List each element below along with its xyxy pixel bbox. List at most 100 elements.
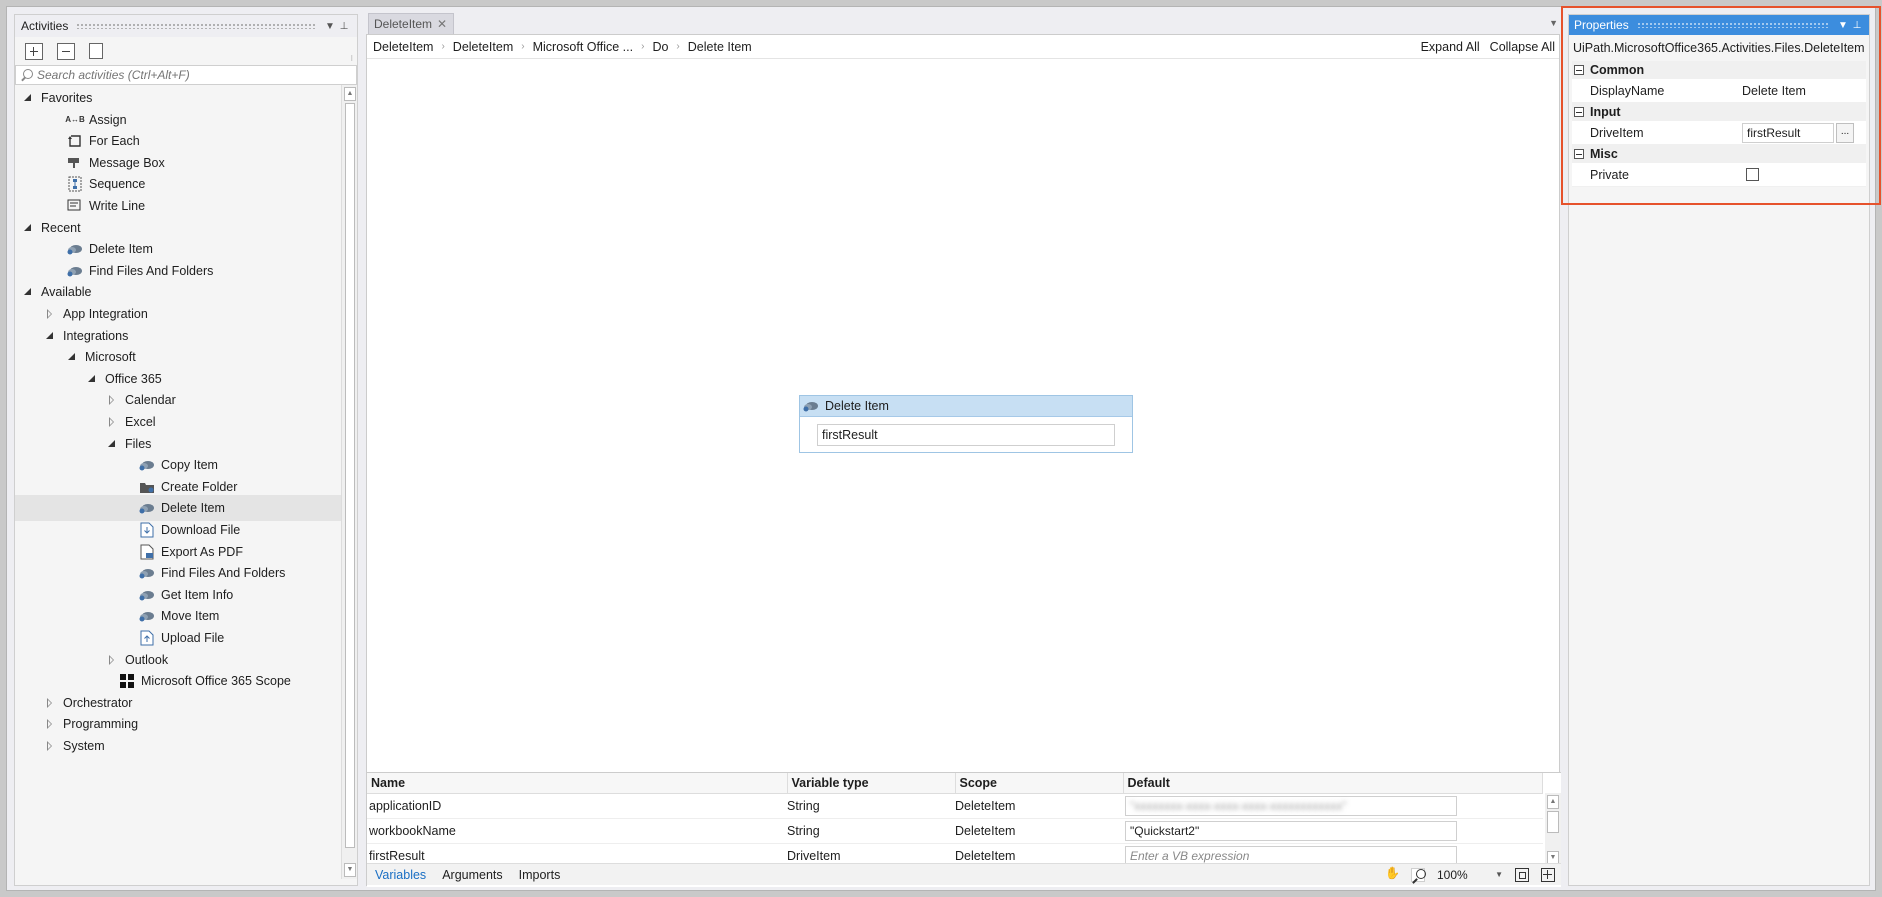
property-label: DriveItem: [1590, 125, 1644, 140]
hand-pan-icon[interactable]: [1385, 866, 1400, 882]
property-row: DisplayName Delete Item: [1572, 79, 1866, 103]
pin-icon[interactable]: ⊥: [337, 21, 351, 32]
breadcrumb-item[interactable]: DeleteItem: [373, 40, 433, 54]
expanded-arrow-icon[interactable]: [23, 93, 33, 103]
pin-icon[interactable]: ⊥: [1850, 20, 1864, 31]
file-pdf-icon: [139, 544, 155, 560]
property-value[interactable]: Delete Item: [1742, 84, 1806, 98]
collapsed-arrow-icon[interactable]: [45, 697, 55, 708]
file-download-icon: [139, 522, 155, 538]
expanded-arrow-icon[interactable]: [23, 223, 33, 233]
search-input[interactable]: [37, 68, 337, 82]
scroll-up-icon[interactable]: ▲: [344, 87, 356, 101]
collapse-all-icon[interactable]: [57, 42, 75, 60]
expand-all-icon[interactable]: [25, 42, 43, 60]
breadcrumb: DeleteItem › DeleteItem › Microsoft Offi…: [367, 35, 1559, 59]
private-checkbox[interactable]: [1746, 168, 1759, 181]
activity-header[interactable]: Delete Item: [800, 396, 1132, 417]
collapsed-arrow-icon[interactable]: [107, 395, 117, 406]
collapse-box-icon[interactable]: [1574, 149, 1584, 159]
expanded-arrow-icon[interactable]: [23, 287, 33, 297]
table-row[interactable]: applicationID String DeleteItem "xxxxxxxx-x…: [367, 793, 1543, 819]
copy-icon[interactable]: [89, 43, 103, 59]
variable-default-input[interactable]: "xxxxxxxx-xxxx-xxxx-xxxx-xxxxxxxxxxxx": [1125, 795, 1457, 816]
cloud-icon: [67, 263, 83, 279]
collapsed-arrow-icon[interactable]: [45, 741, 55, 751]
fit-to-screen-icon[interactable]: [1515, 867, 1529, 882]
collapsed-arrow-icon[interactable]: [107, 654, 117, 665]
variables-scrollbar[interactable]: ▲ ▼: [1545, 793, 1561, 865]
property-category[interactable]: Input: [1572, 103, 1866, 121]
property-category[interactable]: Misc: [1572, 145, 1866, 163]
scroll-down-icon[interactable]: ▼: [344, 863, 356, 877]
variable-name[interactable]: applicationID: [367, 793, 787, 819]
tab-variables[interactable]: Variables: [367, 868, 434, 882]
column-header-type[interactable]: Variable type: [787, 773, 956, 794]
tree-item-label: Copy Item: [161, 458, 218, 473]
expanded-arrow-icon[interactable]: [45, 331, 55, 341]
drive-item-field[interactable]: firstResult: [817, 424, 1115, 446]
drag-grip[interactable]: [1636, 22, 1828, 28]
designer-status-bar: Variables Arguments Imports 100% ▼: [367, 863, 1561, 885]
collapsed-arrow-icon[interactable]: [107, 417, 117, 427]
zoom-select[interactable]: 100% ▼: [1437, 867, 1503, 883]
variable-default-input[interactable]: "Quickstart2": [1125, 820, 1457, 841]
variable-type[interactable]: String: [787, 793, 955, 819]
breadcrumb-item[interactable]: Do: [652, 40, 668, 54]
breadcrumb-item[interactable]: Microsoft Office ...: [533, 40, 634, 54]
ellipsis-button[interactable]: ...: [1836, 122, 1854, 143]
breadcrumb-item[interactable]: Delete Item: [688, 40, 752, 54]
tree-item-label: Available: [41, 285, 92, 300]
tree-item-label: Write Line: [89, 199, 146, 213]
drag-grip[interactable]: [76, 23, 315, 29]
tree-scrollbar[interactable]: ▲ ▼: [341, 85, 357, 879]
cloud-icon: [67, 241, 83, 257]
expanded-arrow-icon[interactable]: [107, 439, 117, 449]
tree-item-label: Calendar: [125, 393, 176, 408]
collapse-box-icon[interactable]: [1574, 65, 1584, 75]
search-box[interactable]: [15, 65, 357, 85]
zoom-search-icon[interactable]: [1411, 867, 1426, 882]
chevron-down-icon[interactable]: ▼: [1549, 18, 1558, 28]
chevron-down-icon[interactable]: ▼: [323, 21, 337, 32]
delete-item-activity[interactable]: Delete Item firstResult: [799, 395, 1133, 453]
tree-item-label: Excel: [125, 415, 156, 429]
tree-item-label: For Each: [89, 134, 140, 149]
column-header-scope[interactable]: Scope: [955, 773, 1124, 794]
expand-all-link[interactable]: Expand All: [1421, 40, 1480, 54]
tree-item-label: Microsoft: [85, 350, 136, 365]
variable-scope[interactable]: DeleteItem: [955, 793, 1123, 819]
workflow-canvas[interactable]: DeleteItem › DeleteItem › Microsoft Offi…: [366, 34, 1561, 887]
property-label: Private: [1590, 167, 1629, 182]
collapse-box-icon[interactable]: [1574, 107, 1584, 117]
column-header-default[interactable]: Default: [1123, 773, 1543, 794]
table-row[interactable]: workbookName String DeleteItem "Quickstart2…: [367, 818, 1543, 844]
property-input[interactable]: firstResult: [1742, 122, 1834, 143]
property-category[interactable]: Common: [1572, 61, 1866, 79]
collapsed-arrow-icon[interactable]: [45, 719, 55, 730]
variable-default-cell: "xxxxxxxx-xxxx-xxxx-xxxx-xxxxxxxxxxxx": [1123, 793, 1543, 819]
variable-name[interactable]: workbookName: [367, 818, 787, 844]
tab-deleteitem[interactable]: DeleteItem ✕: [368, 13, 454, 34]
chevron-down-icon[interactable]: ▼: [1836, 20, 1850, 31]
close-icon[interactable]: ✕: [437, 17, 447, 31]
overview-icon[interactable]: [1541, 867, 1555, 882]
tree-item[interactable]: Favorites: [15, 85, 341, 111]
expanded-arrow-icon[interactable]: [67, 352, 77, 362]
column-header-name[interactable]: Name: [367, 773, 788, 794]
document-tabs: DeleteItem ✕ ▼: [364, 10, 1560, 34]
tab-imports[interactable]: Imports: [511, 868, 569, 882]
collapsed-arrow-icon[interactable]: [45, 309, 55, 319]
scroll-up-icon[interactable]: ▲: [1547, 795, 1559, 809]
collapse-all-link[interactable]: Collapse All: [1490, 40, 1555, 54]
category-label: Input: [1590, 105, 1621, 119]
breadcrumb-item[interactable]: DeleteItem: [453, 40, 513, 54]
search-icon: [20, 68, 33, 82]
variable-scope[interactable]: DeleteItem: [955, 818, 1123, 844]
expanded-arrow-icon[interactable]: [87, 374, 97, 384]
scroll-thumb[interactable]: [1547, 811, 1559, 833]
variable-type[interactable]: String: [787, 818, 955, 844]
scroll-thumb[interactable]: [345, 103, 355, 848]
chevron-right-icon: ›: [521, 41, 525, 52]
tab-arguments[interactable]: Arguments: [434, 868, 510, 882]
